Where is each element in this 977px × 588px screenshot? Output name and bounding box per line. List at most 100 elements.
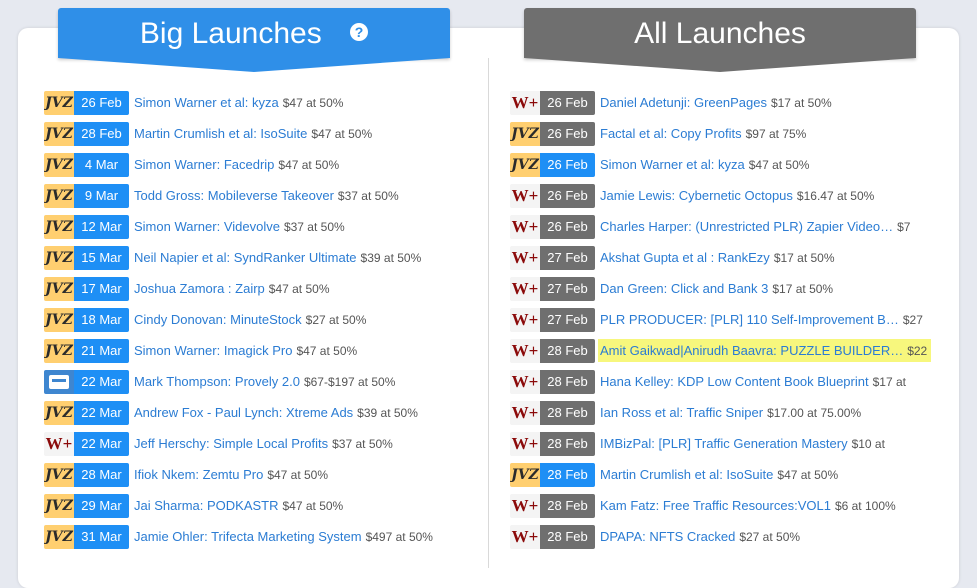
platform-date-badge[interactable]: W+ 28 Feb: [510, 493, 595, 518]
launch-date: 28 Feb: [540, 524, 595, 549]
launch-title-link[interactable]: Hana Kelley: KDP Low Content Book Bluepr…: [600, 374, 869, 389]
platform-date-badge[interactable]: W+ 26 Feb: [510, 90, 595, 115]
platform-date-badge[interactable]: JVZ 26 Feb: [510, 121, 595, 146]
launch-price: $27 at 50%: [305, 312, 367, 327]
launch-info: Mark Thompson: Provely 2.0 $67-$197 at 50…: [129, 374, 395, 389]
launch-title-link[interactable]: Cindy Donovan: MinuteStock: [134, 312, 302, 327]
jvzoo-logo-icon: JVZ: [44, 276, 74, 301]
warriorplus-logo-icon: W+: [510, 90, 540, 115]
platform-date-badge[interactable]: W+ 22 Mar: [44, 431, 129, 456]
launch-price: $47 at 50%: [282, 95, 344, 110]
platform-date-badge[interactable]: JVZ 28 Feb: [44, 121, 129, 146]
launch-date: 26 Feb: [540, 90, 595, 115]
platform-date-badge[interactable]: JVZ 21 Mar: [44, 338, 129, 363]
platform-date-badge[interactable]: JVZ 26 Feb: [510, 152, 595, 177]
launch-date: 26 Feb: [540, 121, 595, 146]
launch-title-link[interactable]: Amit Gaikwad|Anirudh Baavra: PUZZLE BUIL…: [600, 343, 903, 358]
warriorplus-logo-icon: W+: [510, 400, 540, 425]
launch-title-link[interactable]: Joshua Zamora : Zairp: [134, 281, 265, 296]
launch-row: JVZ 21 Mar Simon Warner: Imagick Pro $47 at…: [44, 335, 484, 366]
platform-date-badge[interactable]: JVZ 4 Mar: [44, 152, 129, 177]
jvzoo-logo-icon: JVZ: [44, 245, 74, 270]
launch-title-link[interactable]: Charles Harper: (Unrestricted PLR) Zapie…: [600, 219, 893, 234]
launch-title-link[interactable]: Ian Ross et al: Traffic Sniper: [600, 405, 763, 420]
platform-date-badge[interactable]: W+ 26 Feb: [510, 183, 595, 208]
platform-date-badge[interactable]: W+ 27 Feb: [510, 307, 595, 332]
platform-date-badge[interactable]: W+ 28 Feb: [510, 431, 595, 456]
all-launches-list: W+ 26 Feb Daniel Adetunji: GreenPages $17 a…: [510, 87, 950, 552]
launch-price: $47 at 50%: [748, 157, 810, 172]
launch-row: JVZ 28 Feb Martin Crumlish et al: IsoSuite…: [510, 459, 950, 490]
platform-date-badge[interactable]: JVZ 15 Mar: [44, 245, 129, 270]
launch-title-link[interactable]: Martin Crumlish et al: IsoSuite: [600, 467, 773, 482]
launch-title-link[interactable]: IMBizPal: [PLR] Traffic Generation Maste…: [600, 436, 848, 451]
launch-title-link[interactable]: Simon Warner: Facedrip: [134, 157, 274, 172]
platform-date-badge[interactable]: W+ 28 Feb: [510, 524, 595, 549]
launch-title-link[interactable]: Dan Green: Click and Bank 3: [600, 281, 768, 296]
platform-date-badge[interactable]: W+ 27 Feb: [510, 245, 595, 270]
platform-date-badge[interactable]: W+ 28 Feb: [510, 400, 595, 425]
launch-info: Jai Sharma: PODKASTR $47 at 50%: [129, 498, 343, 513]
platform-date-badge[interactable]: JVZ 18 Mar: [44, 307, 129, 332]
launch-date: 28 Feb: [540, 431, 595, 456]
platform-date-badge[interactable]: JVZ 26 Feb: [44, 90, 129, 115]
platform-date-badge[interactable]: W+ 28 Feb: [510, 369, 595, 394]
launch-title-link[interactable]: Simon Warner et al: kyza: [600, 157, 745, 172]
launch-info: Ifiok Nkem: Zemtu Pro $47 at 50%: [129, 467, 328, 482]
launch-row: JVZ 28 Feb Martin Crumlish et al: IsoSuite…: [44, 118, 484, 149]
launch-row: W+ 28 Feb IMBizPal: [PLR] Traffic Generati…: [510, 428, 950, 459]
platform-date-badge[interactable]: JVZ 12 Mar: [44, 214, 129, 239]
launch-title-link[interactable]: Akshat Gupta et al : RankEzy: [600, 250, 770, 265]
launch-title-link[interactable]: Jamie Lewis: Cybernetic Octopus: [600, 188, 793, 203]
launch-price: $16.47 at 50%: [796, 188, 875, 203]
launch-title-link[interactable]: Kam Fatz: Free Traffic Resources:VOL1: [600, 498, 831, 513]
launch-row: W+ 26 Feb Charles Harper: (Unrestricted PL…: [510, 211, 950, 242]
launch-info: Todd Gross: Mobileverse Takeover $37 at 5…: [129, 188, 399, 203]
platform-date-badge[interactable]: JVZ 28 Mar: [44, 462, 129, 487]
platform-date-badge[interactable]: JVZ 31 Mar: [44, 524, 129, 549]
platform-date-badge[interactable]: JVZ 22 Mar: [44, 400, 129, 425]
platform-date-badge[interactable]: JVZ 9 Mar: [44, 183, 129, 208]
jvzoo-logo-icon: JVZ: [44, 462, 74, 487]
launch-date: 28 Feb: [540, 462, 595, 487]
launch-row: JVZ 26 Feb Simon Warner et al: kyza $47 at …: [44, 87, 484, 118]
launch-title-link[interactable]: Martin Crumlish et al: IsoSuite: [134, 126, 307, 141]
launch-title-link[interactable]: Ifiok Nkem: Zemtu Pro: [134, 467, 263, 482]
launch-title-link[interactable]: DPAPA: NFTS Cracked: [600, 529, 735, 544]
launch-title-link[interactable]: Jamie Ohler: Trifecta Marketing System: [134, 529, 362, 544]
launch-title-link[interactable]: Daniel Adetunji: GreenPages: [600, 95, 767, 110]
launch-title-link[interactable]: Jai Sharma: PODKASTR: [134, 498, 279, 513]
launch-title-link[interactable]: PLR PRODUCER: [PLR] 110 Self-Improvement…: [600, 312, 899, 327]
platform-date-badge[interactable]: JVZ 29 Mar: [44, 493, 129, 518]
launch-title-link[interactable]: Neil Napier et al: SyndRanker Ultimate: [134, 250, 357, 265]
launch-title-link[interactable]: Andrew Fox - Paul Lynch: Xtreme Ads: [134, 405, 353, 420]
launch-date: 28 Feb: [540, 400, 595, 425]
launch-price: $47 at 50%: [268, 281, 330, 296]
launch-title-link[interactable]: Mark Thompson: Provely 2.0: [134, 374, 300, 389]
launch-date: 26 Feb: [540, 183, 595, 208]
launch-date: 27 Feb: [540, 245, 595, 270]
platform-date-badge[interactable]: W+ 26 Feb: [510, 214, 595, 239]
launch-date: 26 Feb: [74, 90, 129, 115]
launch-date: 22 Mar: [74, 400, 129, 425]
launch-price: $6 at 100%: [834, 498, 896, 513]
jvzoo-logo-icon: JVZ: [44, 307, 74, 332]
launch-price: $7: [897, 219, 911, 234]
platform-date-badge[interactable]: W+ 27 Feb: [510, 276, 595, 301]
launch-title-link[interactable]: Simon Warner: Imagick Pro: [134, 343, 292, 358]
launch-title-link[interactable]: Factal et al: Copy Profits: [600, 126, 742, 141]
platform-date-badge[interactable]: 22 Mar: [44, 369, 129, 394]
launch-info: Martin Crumlish et al: IsoSuite $47 at 50…: [129, 126, 372, 141]
platform-date-badge[interactable]: JVZ 17 Mar: [44, 276, 129, 301]
launch-row: W+ 27 Feb Akshat Gupta et al : RankEzy $17 …: [510, 242, 950, 273]
platform-date-badge[interactable]: W+ 28 Feb: [510, 338, 595, 363]
launch-title-link[interactable]: Todd Gross: Mobileverse Takeover: [134, 188, 334, 203]
launch-info: PLR PRODUCER: [PLR] 110 Self-Improvement…: [595, 312, 923, 327]
platform-date-badge[interactable]: JVZ 28 Feb: [510, 462, 595, 487]
launch-title-link[interactable]: Jeff Herschy: Simple Local Profits: [134, 436, 328, 451]
help-icon[interactable]: ?: [350, 23, 369, 42]
warriorplus-logo-icon: W+: [510, 338, 540, 363]
launch-title-link[interactable]: Simon Warner: Videvolve: [134, 219, 280, 234]
launch-title-link[interactable]: Simon Warner et al: kyza: [134, 95, 279, 110]
all-launches-title: All Launches: [634, 17, 806, 51]
